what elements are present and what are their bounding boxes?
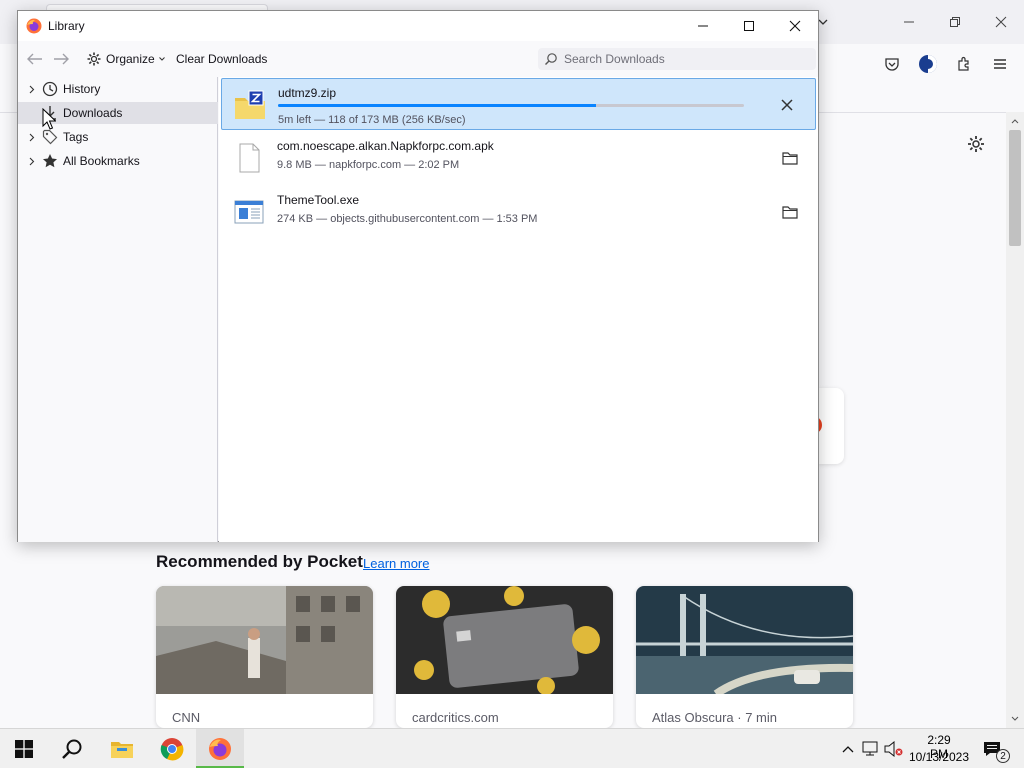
close-icon[interactable] [978,8,1024,36]
window-title: Library [48,19,85,33]
file-explorer-icon[interactable] [98,729,146,768]
folder-icon[interactable] [780,148,800,168]
sidebar-item-label: History [63,82,101,96]
clear-downloads-button[interactable]: Clear Downloads [170,48,273,70]
tag-icon [42,129,58,145]
firefox-icon [26,18,42,34]
generic-file-icon [239,143,260,173]
download-status: 9.8 MB — napkforpc.com — 2:02 PM [277,159,460,171]
sidebar-item-all-bookmarks[interactable]: All Bookmarks [18,150,218,172]
close-icon[interactable] [772,11,818,41]
download-status: 274 KB — objects.githubusercontent.com —… [277,213,538,225]
sidebar-item-label: Downloads [63,106,123,120]
scroll-down-icon[interactable] [1009,712,1021,726]
chevron-right-icon[interactable] [26,83,38,95]
downloads-list: udtmz9.zip 5m left — 118 of 173 MB (256 … [219,77,818,542]
cancel-icon[interactable] [777,95,797,115]
restore-icon[interactable] [932,8,978,36]
search-icon [545,53,557,65]
chrome-icon[interactable] [148,729,196,768]
chevron-down-icon [158,57,165,61]
volume-muted-icon[interactable] [884,739,904,759]
download-progress-bar [278,104,744,107]
organize-button[interactable]: Organize [82,48,169,70]
folder-icon[interactable] [780,202,800,222]
organize-label: Organize [106,52,155,66]
back-arrow-icon[interactable] [26,51,44,67]
library-sidebar: History Downloads Tags All Bookmarks [18,77,218,542]
gear-icon [87,52,101,66]
extensions-icon[interactable] [952,52,976,76]
story-source: cardcritics.com [412,710,499,725]
story-image [636,586,853,694]
chevron-right-icon[interactable] [26,131,38,143]
library-titlebar[interactable]: Library [18,11,818,41]
exe-file-icon [234,200,264,224]
maximize-icon[interactable] [726,11,772,41]
windows-start-icon[interactable] [0,729,48,768]
chevron-down-icon[interactable] [26,107,38,119]
notification-count-badge: 2 [996,749,1010,763]
download-status: 5m left — 118 of 173 MB (256 KB/sec) [278,114,466,126]
story-source: Atlas Obscura · 7 min [652,710,777,725]
pocket-card[interactable]: CNN [156,586,373,728]
download-name: udtmz9.zip [278,86,337,100]
zip-file-icon [235,90,265,119]
menu-icon[interactable] [988,52,1012,76]
download-row[interactable]: ThemeTool.exe 274 KB — objects.githubuse… [221,186,816,238]
pocket-icon[interactable] [880,52,904,76]
minimize-icon[interactable] [886,8,932,36]
pocket-heading: Recommended by Pocket [156,552,363,571]
sidebar-item-label: All Bookmarks [63,154,140,168]
search-downloads-input[interactable] [564,52,804,66]
taskbar: 2:29 PM 10/13/2023 2 [0,728,1024,768]
sidebar-item-label: Tags [63,130,89,144]
download-row[interactable]: udtmz9.zip 5m left — 118 of 173 MB (256 … [221,78,816,130]
story-image [396,586,613,694]
scroll-up-icon[interactable] [1009,114,1021,128]
gear-icon[interactable] [966,134,986,154]
story-source: CNN [172,710,201,725]
download-name: ThemeTool.exe [277,193,360,207]
star-icon [42,153,58,169]
download-progress-fill [278,104,596,107]
search-box[interactable] [538,48,816,70]
chevron-up-icon[interactable] [838,739,858,759]
chevron-right-icon[interactable] [26,155,38,167]
clock-date[interactable]: 10/13/2023 [906,750,972,764]
sidebar-item-history[interactable]: History [18,78,218,100]
forward-arrow-icon[interactable] [52,51,70,67]
clock-icon [42,81,58,97]
story-image [156,586,373,694]
account-icon[interactable] [916,52,940,76]
network-icon[interactable] [861,739,881,759]
learn-more-link[interactable]: Learn more [363,556,429,571]
pocket-card[interactable]: Atlas Obscura · 7 min [636,586,853,728]
pocket-card[interactable]: cardcritics.com [396,586,613,728]
scrollbar-thumb[interactable] [1009,130,1021,246]
download-name: com.noescape.alkan.Napkforpc.com.apk [277,139,494,153]
minimize-icon[interactable] [680,11,726,41]
search-icon[interactable] [48,729,96,768]
firefox-icon[interactable] [196,729,244,768]
download-row[interactable]: com.noescape.alkan.Napkforpc.com.apk 9.8… [221,132,816,184]
library-window: Library Organize Clear Downloads History [17,10,819,542]
mouse-cursor-icon [42,108,56,130]
